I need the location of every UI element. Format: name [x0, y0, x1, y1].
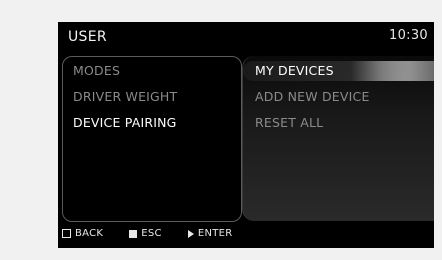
- enter-hint[interactable]: ENTER: [198, 228, 233, 239]
- menu-item-add-new-device[interactable]: ADD NEW DEVICE: [255, 89, 370, 104]
- button-hint-bar: BACK ESC ENTER: [62, 228, 233, 239]
- menu-item-reset-all[interactable]: RESET ALL: [255, 115, 323, 130]
- menu-item-driver-weight[interactable]: DRIVER WEIGHT: [73, 89, 177, 104]
- enter-key-icon: [187, 229, 194, 238]
- clock: 10:30: [389, 28, 428, 43]
- back-key-icon: [62, 229, 71, 238]
- menu-item-my-devices[interactable]: MY DEVICES: [255, 63, 334, 78]
- device-screen: USER 10:30 MODES DRIVER WEIGHT DEVICE PA…: [58, 22, 434, 248]
- back-hint[interactable]: BACK: [75, 228, 103, 239]
- right-menu-panel: MY DEVICES ADD NEW DEVICE RESET ALL: [242, 56, 434, 221]
- esc-hint[interactable]: ESC: [141, 228, 162, 239]
- screen-title: USER: [68, 29, 107, 45]
- esc-key-icon: [129, 229, 138, 238]
- left-menu-panel: MODES DRIVER WEIGHT DEVICE PAIRING: [62, 56, 242, 222]
- menu-item-modes[interactable]: MODES: [73, 63, 120, 78]
- menu-item-device-pairing[interactable]: DEVICE PAIRING: [73, 115, 177, 130]
